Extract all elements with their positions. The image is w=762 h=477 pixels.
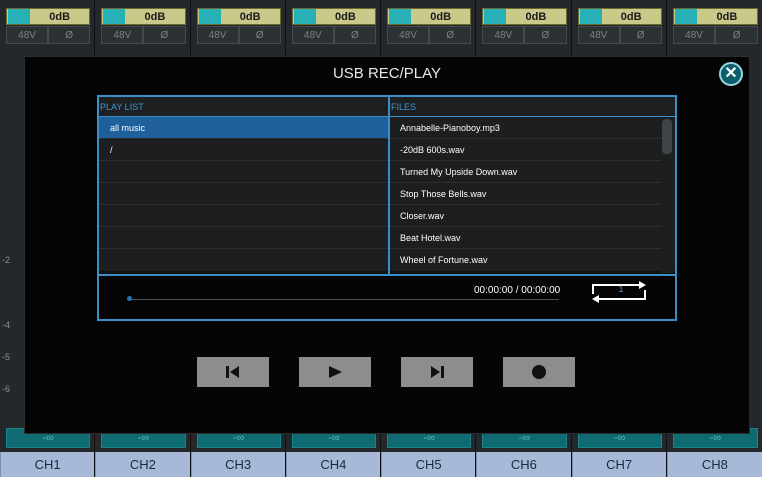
file-list-item[interactable]: Turned My Upside Down.wav: [390, 161, 675, 183]
gain-indicator: [103, 9, 126, 24]
mixer-screen: 0dB 48V Ø -2 -4 -5 -6 -∞ CH1 0dB 48V Ø -∞ …: [0, 0, 762, 477]
gain-indicator: [484, 9, 507, 24]
file-list-item[interactable]: Annabelle-Pianoboy.mp3: [390, 117, 675, 139]
play-list-header: PLAY LIST: [99, 97, 388, 117]
file-list-item[interactable]: Closer.wav: [390, 205, 675, 227]
play-button[interactable]: [299, 357, 371, 387]
browser-panel: PLAY LIST all music / FILES Annabelle-Pi…: [97, 95, 677, 321]
play-list-item[interactable]: [99, 183, 388, 205]
file-list-header: FILES: [390, 97, 675, 117]
phase-invert-button[interactable]: Ø: [619, 26, 662, 44]
usb-rec-play-dialog: USB REC/PLAY ✕ PLAY LIST all music / FIL…: [24, 56, 750, 434]
gain-value: 0dB: [239, 10, 261, 23]
file-list-item[interactable]: Beat Hotel.wav: [390, 227, 675, 249]
play-list-item[interactable]: [99, 227, 388, 249]
next-icon: [431, 366, 444, 378]
gain-display[interactable]: 0dB: [196, 8, 281, 25]
gain-display[interactable]: 0dB: [482, 8, 567, 25]
play-list-item[interactable]: /: [99, 139, 388, 161]
scale-mark: -2: [2, 255, 11, 265]
gain-indicator: [579, 9, 602, 24]
gain-value: 0dB: [716, 10, 738, 23]
phantom-power-button[interactable]: 48V: [577, 26, 620, 44]
play-list-item[interactable]: [99, 205, 388, 227]
channel-name-button[interactable]: CH1: [0, 452, 95, 477]
gain-indicator: [674, 9, 697, 24]
progress-track[interactable]: [129, 299, 559, 300]
gain-indicator: [8, 9, 30, 24]
phase-invert-button[interactable]: Ø: [524, 26, 567, 44]
record-icon: [532, 365, 546, 379]
phase-invert-button[interactable]: Ø: [715, 26, 758, 44]
phantom-power-button[interactable]: 48V: [482, 26, 525, 44]
channel-name-button[interactable]: CH5: [381, 452, 476, 477]
gain-display[interactable]: 0dB: [387, 8, 472, 25]
playback-status: 00:00:00 / 00:00:00 1: [99, 274, 675, 319]
gain-value: 0dB: [430, 10, 452, 23]
repeat-toggle[interactable]: 1: [591, 281, 647, 303]
file-list-item[interactable]: -20dB 600s.wav: [390, 139, 675, 161]
gain-display[interactable]: 0dB: [672, 8, 758, 25]
record-button[interactable]: [503, 357, 575, 387]
play-icon: [329, 366, 342, 378]
phase-invert-button[interactable]: Ø: [48, 26, 91, 44]
channel-name-button[interactable]: CH6: [476, 452, 571, 477]
gain-value: 0dB: [49, 10, 71, 23]
previous-button[interactable]: [197, 357, 269, 387]
phantom-power-button[interactable]: 48V: [291, 26, 334, 44]
gain-display[interactable]: 0dB: [6, 8, 91, 25]
channel-name-button[interactable]: CH2: [95, 452, 190, 477]
next-button[interactable]: [401, 357, 473, 387]
play-list-item[interactable]: [99, 249, 388, 271]
close-icon[interactable]: ✕: [719, 62, 743, 86]
phantom-power-button[interactable]: 48V: [387, 26, 430, 44]
gain-display[interactable]: 0dB: [291, 8, 376, 25]
channel-name-button[interactable]: CH4: [285, 452, 380, 477]
gain-display[interactable]: 0dB: [577, 8, 662, 25]
phase-invert-button[interactable]: Ø: [333, 26, 376, 44]
play-list-item[interactable]: all music: [99, 117, 388, 139]
phantom-power-button[interactable]: 48V: [101, 26, 144, 44]
phase-invert-button[interactable]: Ø: [238, 26, 281, 44]
scale-mark: -5: [2, 352, 11, 362]
phantom-power-button[interactable]: 48V: [6, 26, 49, 44]
dialog-title: USB REC/PLAY: [332, 65, 442, 82]
file-list-item[interactable]: Stop Those Bells.wav: [390, 183, 675, 205]
phase-invert-button[interactable]: Ø: [429, 26, 472, 44]
gain-indicator: [293, 9, 316, 24]
gain-value: 0dB: [525, 10, 547, 23]
play-list-item[interactable]: [99, 161, 388, 183]
gain-indicator: [389, 9, 411, 24]
gain-value: 0dB: [144, 10, 166, 23]
previous-icon: [226, 366, 239, 378]
time-readout: 00:00:00 / 00:00:00: [474, 285, 561, 296]
channel-name-button[interactable]: CH8: [666, 452, 762, 477]
phantom-power-button[interactable]: 48V: [196, 26, 239, 44]
scale-mark: -4: [2, 320, 11, 330]
file-list: FILES Annabelle-Pianoboy.mp3 -20dB 600s.…: [390, 97, 675, 274]
phantom-power-button[interactable]: 48V: [672, 26, 716, 44]
gain-value: 0dB: [334, 10, 356, 23]
file-list-item[interactable]: Wheel of Fortune.wav: [390, 249, 675, 271]
repeat-count: 1: [618, 284, 624, 294]
scrollbar-thumb[interactable]: [662, 119, 672, 154]
phase-invert-button[interactable]: Ø: [143, 26, 186, 44]
gain-indicator: [198, 9, 221, 24]
gain-display[interactable]: 0dB: [101, 8, 186, 25]
channel-name-button[interactable]: CH3: [190, 452, 285, 477]
channel-name-button[interactable]: CH7: [571, 452, 666, 477]
progress-handle[interactable]: [127, 296, 132, 301]
scale-mark: -6: [2, 384, 11, 394]
gain-value: 0dB: [620, 10, 642, 23]
play-list: PLAY LIST all music /: [99, 97, 390, 274]
